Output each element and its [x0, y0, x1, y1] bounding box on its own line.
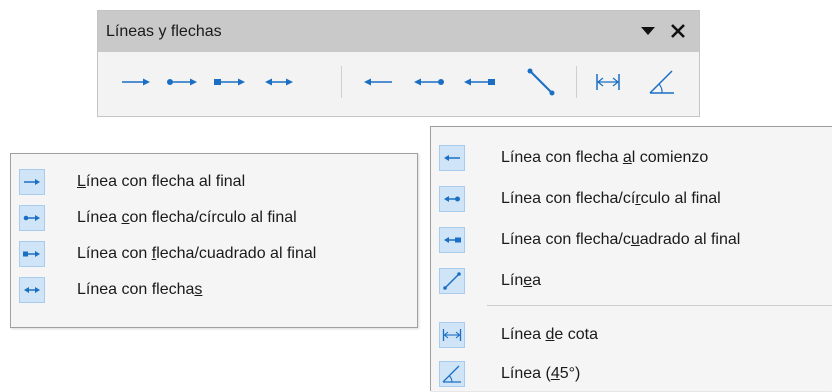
line-circle-arrow-icon: [19, 205, 45, 231]
menu-item-label: Línea: [501, 272, 542, 289]
line-arrow-circle-button[interactable]: [411, 64, 447, 100]
dimension-line-icon: [439, 322, 465, 348]
line-arrow-square-icon: [439, 227, 465, 253]
menu-item-line-45[interactable]: Línea (45°): [431, 356, 832, 392]
dimension-line-button[interactable]: [590, 64, 626, 100]
line-button[interactable]: [523, 64, 559, 100]
line-ends-with-arrow-icon: [122, 78, 150, 86]
line-circle-arrow-button[interactable]: [164, 64, 200, 100]
menu-item-line[interactable]: Línea: [431, 263, 832, 299]
dimension-line-icon: [596, 74, 620, 90]
line-45-icon: [439, 361, 465, 387]
line-arrows-menu-left: Línea con flecha al final Línea con flec…: [10, 153, 418, 328]
line-with-arrows-icon: [19, 277, 45, 303]
line-arrow-circle-icon: [439, 186, 465, 212]
line-icon: [439, 268, 465, 294]
menu-item-label: Línea (45°): [501, 365, 581, 382]
menu-item-label: Línea de cota: [501, 326, 598, 343]
line-with-arrows-icon: [265, 78, 293, 86]
menu-separator: [487, 305, 832, 306]
menu-item-line-square-arrow[interactable]: Línea con flecha/cuadrado al final: [11, 236, 417, 272]
line-icon: [527, 68, 555, 96]
menu-item-label: Línea con flecha al comienzo: [501, 149, 709, 166]
line-arrow-circle-icon: [414, 78, 444, 86]
line-starts-with-arrow-button[interactable]: [360, 64, 396, 100]
toolbar-separator: [341, 66, 342, 98]
line-starts-with-arrow-icon: [364, 78, 392, 86]
line-arrow-square-button[interactable]: [461, 64, 497, 100]
lines-and-arrows-toolbar: Líneas y flechas: [97, 10, 700, 117]
line-circle-arrow-icon: [167, 78, 197, 86]
toolbar-title: Líneas y flechas: [106, 22, 222, 40]
menu-item-label: Línea con flechas: [77, 281, 203, 298]
menu-item-line-ends-with-arrow[interactable]: Línea con flecha al final: [11, 164, 417, 200]
menu-item-label: Línea con flecha/cuadrado al final: [77, 245, 317, 262]
line-45-icon: [649, 70, 674, 94]
line-45-button[interactable]: [644, 64, 680, 100]
menu-item-label: Línea con flecha/círculo al final: [77, 209, 297, 226]
menu-item-dimension-line[interactable]: Línea de cota: [431, 317, 832, 353]
toolbar-separator: [576, 66, 577, 98]
line-starts-with-arrow-icon: [439, 145, 465, 171]
close-icon[interactable]: [668, 21, 688, 41]
menu-item-label: Línea con flecha/círculo al final: [501, 190, 721, 207]
line-square-arrow-icon: [19, 241, 45, 267]
dropdown-arrow-icon[interactable]: [638, 21, 658, 41]
line-arrow-square-icon: [464, 78, 495, 86]
menu-item-label: Línea con flecha al final: [77, 173, 246, 190]
line-ends-with-arrow-icon: [19, 169, 45, 195]
menu-item-line-arrow-circle[interactable]: Línea con flecha/círculo al final: [431, 181, 832, 217]
line-with-arrows-button[interactable]: [261, 64, 297, 100]
line-arrows-menu-right: Línea con flecha al comienzo Línea con f…: [430, 126, 832, 391]
menu-item-line-circle-arrow[interactable]: Línea con flecha/círculo al final: [11, 200, 417, 236]
line-ends-with-arrow-button[interactable]: [118, 64, 154, 100]
menu-item-line-with-arrows[interactable]: Línea con flechas: [11, 272, 417, 308]
toolbar-buttons: [98, 52, 699, 116]
menu-item-label: Línea con flecha/cuadrado al final: [501, 231, 741, 248]
line-square-arrow-icon: [214, 78, 245, 86]
line-square-arrow-button[interactable]: [212, 64, 248, 100]
menu-item-line-starts-with-arrow[interactable]: Línea con flecha al comienzo: [431, 140, 832, 176]
menu-item-line-arrow-square[interactable]: Línea con flecha/cuadrado al final: [431, 222, 832, 258]
toolbar-title-bar[interactable]: Líneas y flechas: [98, 11, 699, 52]
